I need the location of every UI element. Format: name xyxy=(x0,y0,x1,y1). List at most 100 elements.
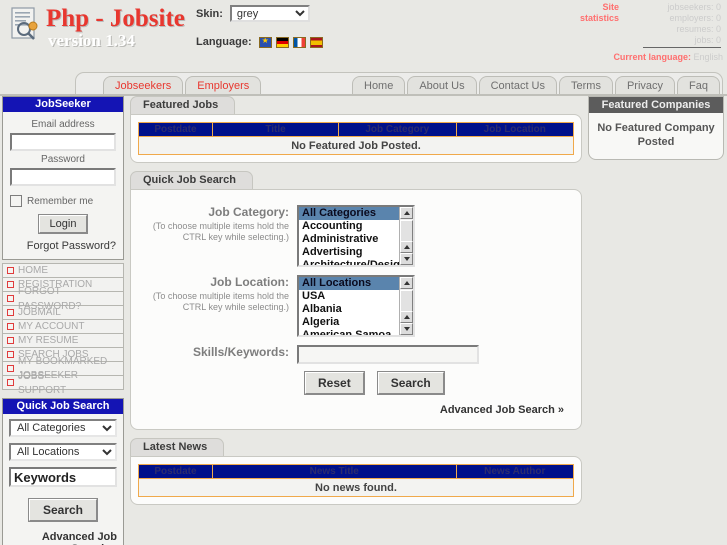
sidebar-item-my-account[interactable]: MY ACCOUNT xyxy=(2,319,124,334)
stats-row-employers: employers: 0 xyxy=(669,13,721,23)
job-location-row: Job Location: (To choose multiple items … xyxy=(142,275,570,337)
quick-job-search-tab[interactable]: Quick Job Search xyxy=(130,171,253,189)
nav-tabs-right: Home About Us Contact Us Terms Privacy F… xyxy=(351,76,721,95)
latest-news-empty-message: No news found. xyxy=(138,478,574,497)
skills-keywords-input[interactable] xyxy=(297,345,479,364)
main-content: Featured Jobs Postdate Title Job Categor… xyxy=(130,96,582,513)
tab-terms[interactable]: Terms xyxy=(559,76,613,95)
flag-es-icon[interactable] xyxy=(309,36,323,48)
scroll-up-icon[interactable] xyxy=(400,241,413,253)
flag-fr-icon[interactable] xyxy=(292,36,306,48)
flag-de-icon[interactable] xyxy=(275,36,289,48)
listbox-option[interactable]: Administrative xyxy=(299,233,399,246)
sidebar-advanced-search-link[interactable]: Advanced Job Search » xyxy=(9,531,117,545)
remember-me-label: Remember me xyxy=(27,195,94,207)
form-button-row: Reset Search xyxy=(304,371,570,395)
tab-home[interactable]: Home xyxy=(352,76,406,95)
tab-contact-us[interactable]: Contact Us xyxy=(478,76,558,95)
brand-title: Php - Jobsite xyxy=(46,5,185,32)
bullet-icon xyxy=(7,267,14,274)
sidebar-keywords-input[interactable] xyxy=(9,467,117,487)
scroll-down-icon[interactable] xyxy=(400,323,413,335)
job-location-label-block: Job Location: (To choose multiple items … xyxy=(142,275,297,337)
listbox-option[interactable]: Albania xyxy=(299,303,399,316)
tab-employers[interactable]: Employers xyxy=(185,76,262,95)
scrollbar-bottom-arrows xyxy=(400,241,413,265)
sidebar-quick-job-search: Quick Job Search All Categories All Loca… xyxy=(2,398,124,545)
sidebar-category-select[interactable]: All Categories xyxy=(9,419,117,437)
tab-privacy[interactable]: Privacy xyxy=(614,76,676,95)
skills-label-block: Skills/Keywords: xyxy=(142,345,297,364)
password-label: Password xyxy=(41,154,85,165)
job-category-listbox[interactable]: All Categories Accounting Administrative… xyxy=(297,205,415,267)
tab-faq[interactable]: Faq xyxy=(677,76,720,95)
tab-about-us[interactable]: About Us xyxy=(407,76,477,95)
current-language: Current language: English xyxy=(613,52,723,62)
forgot-password-link[interactable]: Forgot Password? xyxy=(10,240,116,252)
featured-companies-title: Featured Companies xyxy=(589,97,723,113)
email-label: Email address xyxy=(31,119,95,130)
search-button[interactable]: Search xyxy=(376,371,445,395)
sidebar-quick-search-title: Quick Job Search xyxy=(3,399,123,414)
remember-me-checkbox[interactable] xyxy=(10,195,22,207)
scroll-up-icon[interactable] xyxy=(400,207,413,219)
brand-version: version 1.34 xyxy=(48,31,135,50)
skin-selector-row: Skin: grey xyxy=(196,5,310,22)
bullet-icon xyxy=(7,309,14,316)
col-postdate: Postdate xyxy=(138,122,213,137)
col-job-category: Job Category xyxy=(338,122,457,137)
scroll-down-icon[interactable] xyxy=(400,253,413,265)
bullet-icon xyxy=(7,351,14,358)
table-row: No Featured Job Posted. xyxy=(138,136,574,155)
scrollbar-thumb[interactable] xyxy=(400,220,413,242)
stats-row-jobseekers: jobseekers: 0 xyxy=(667,2,721,12)
col-news-title: News Title xyxy=(211,464,457,479)
password-input[interactable] xyxy=(10,168,116,186)
flag-eu-icon[interactable] xyxy=(258,36,272,48)
listbox-scrollbar[interactable] xyxy=(399,277,413,335)
login-button[interactable]: Login xyxy=(37,214,89,234)
skin-select[interactable]: grey xyxy=(229,5,310,22)
featured-jobs-tab[interactable]: Featured Jobs xyxy=(130,96,236,114)
listbox-option[interactable]: All Categories xyxy=(299,207,399,220)
job-category-label: Job Category: xyxy=(208,205,289,219)
sidebar-item-forgot-password[interactable]: FORGOT PASSWORD? xyxy=(2,286,124,312)
table-header-row: Postdate Title Job Category Job Location xyxy=(138,122,575,137)
skills-keywords-row: Skills/Keywords: xyxy=(142,345,570,364)
listbox-option[interactable]: All Locations xyxy=(299,277,399,290)
listbox-option[interactable]: American Samoa xyxy=(299,329,399,335)
latest-news-tab[interactable]: Latest News xyxy=(130,438,225,456)
reset-button[interactable]: Reset xyxy=(304,371,365,395)
tab-jobseekers[interactable]: Jobseekers xyxy=(103,76,184,95)
scroll-up-icon[interactable] xyxy=(400,277,413,289)
sidebar-item-home[interactable]: HOME xyxy=(2,263,124,278)
sidebar-item-my-resume[interactable]: MY RESUME xyxy=(2,333,124,348)
sidebar-item-label: MY ACCOUNT xyxy=(18,321,85,332)
scroll-up-icon[interactable] xyxy=(400,311,413,323)
sidebar-item-jobseeker-support[interactable]: JOBSEEKER SUPPORT xyxy=(2,370,124,396)
listbox-option[interactable]: Algeria xyxy=(299,316,399,329)
email-input[interactable] xyxy=(10,133,116,151)
table-header-row: Postdate News Title News Author xyxy=(138,464,575,479)
sidebar-search-button[interactable]: Search xyxy=(27,498,99,522)
advanced-job-search-link[interactable]: Advanced Job Search » xyxy=(142,404,564,416)
listbox-option[interactable]: Advertising xyxy=(299,246,399,259)
listbox-option[interactable]: USA xyxy=(299,290,399,303)
main-navigation: Jobseekers Employers Home About Us Conta… xyxy=(0,68,727,95)
sidebar-location-select[interactable]: All Locations xyxy=(9,443,117,461)
bullet-icon xyxy=(7,295,14,302)
language-flag-list xyxy=(258,36,323,48)
site-statistics: Site statistics jobseekers: 0 employers: … xyxy=(573,2,723,46)
remember-me-row[interactable]: Remember me xyxy=(10,195,116,207)
bullet-icon xyxy=(7,337,14,344)
listbox-option[interactable]: Architecture/Design xyxy=(299,259,399,265)
quick-job-search-body: Job Category: (To choose multiple items … xyxy=(130,189,582,430)
listbox-option[interactable]: Accounting xyxy=(299,220,399,233)
sidebar-item-label: JOBMAIL xyxy=(18,307,61,318)
skin-label: Skin: xyxy=(196,7,223,20)
bullet-icon xyxy=(7,281,14,288)
scrollbar-thumb[interactable] xyxy=(400,290,413,312)
listbox-scrollbar[interactable] xyxy=(399,207,413,265)
job-location-listbox[interactable]: All Locations USA Albania Algeria Americ… xyxy=(297,275,415,337)
col-postdate: Postdate xyxy=(138,464,213,479)
